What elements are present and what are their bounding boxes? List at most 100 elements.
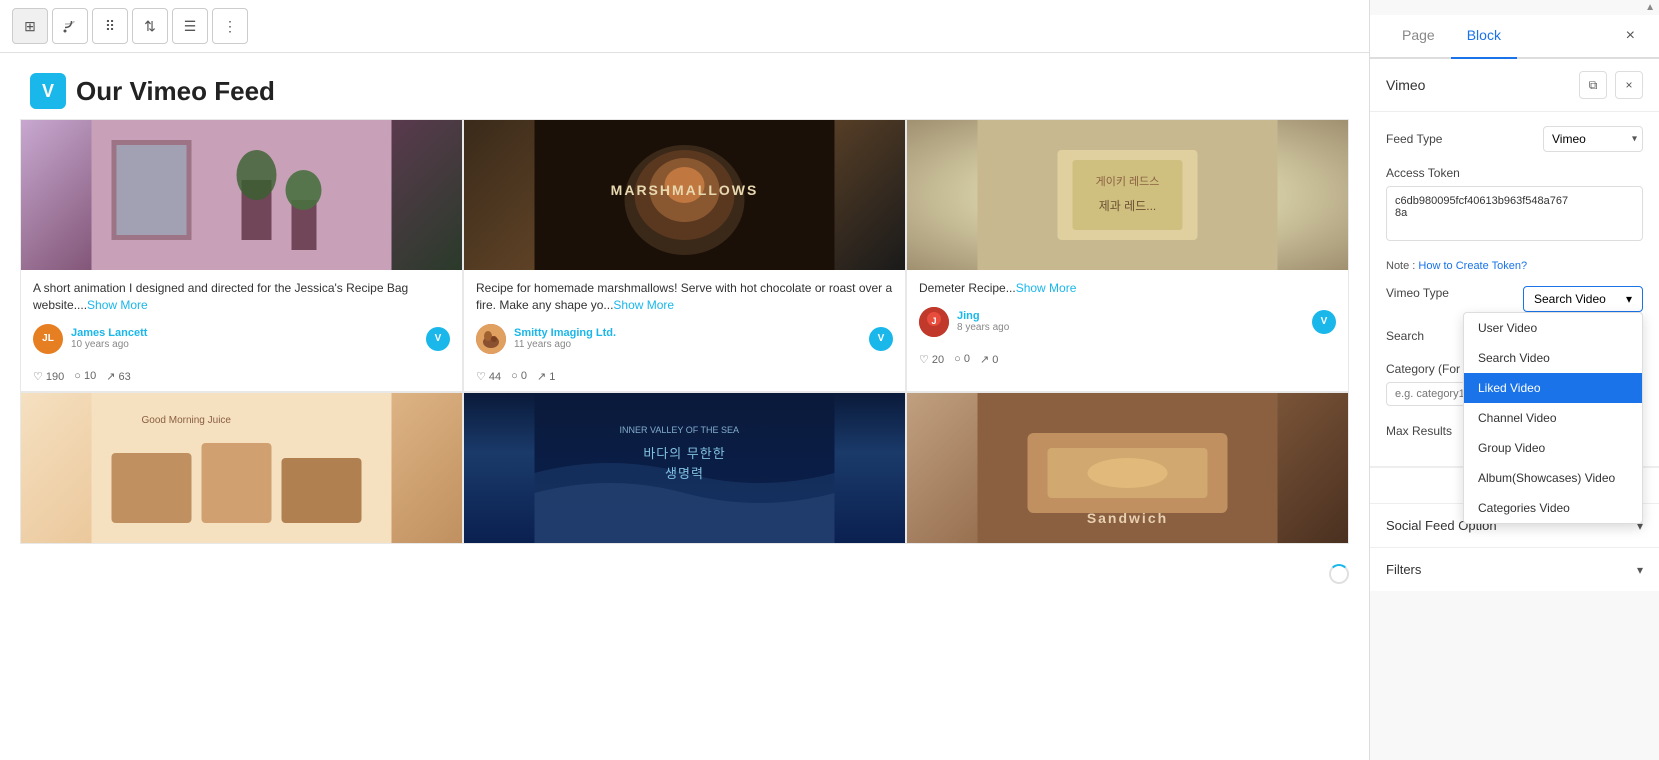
card-2-body: Recipe for homemade marshmallows! Serve … — [464, 270, 905, 364]
widget-header-icons: ⧉ × — [1579, 71, 1643, 99]
svg-text:J: J — [931, 316, 936, 326]
card-3-show-more[interactable]: Show More — [1016, 281, 1077, 295]
card-2-meta: Smitty Imaging Ltd. 11 years ago V — [476, 324, 893, 354]
panel-tabs: Page Block × — [1370, 15, 1659, 59]
feed-card-5: 바다의 무한한 생명력 INNER VALLEY OF THE SEA — [463, 392, 906, 544]
filters-label: Filters — [1386, 562, 1421, 577]
svg-text:생명력: 생명력 — [665, 466, 704, 481]
access-token-section: Access Token c6db980095fcf40613b963f548a… — [1386, 166, 1643, 246]
option-album-video[interactable]: Album(Showcases) Video — [1464, 463, 1642, 493]
filters-section: Filters ▾ — [1370, 547, 1659, 591]
option-search-video[interactable]: Search Video — [1464, 343, 1642, 373]
card-1-comments: ○ 10 — [74, 370, 96, 383]
more-button[interactable]: ⋮ — [212, 8, 248, 44]
card-1-time: 10 years ago — [71, 339, 418, 350]
card-3-time: 8 years ago — [957, 322, 1304, 333]
panel-form: Feed Type Vimeo Access Token c6db980095f… — [1370, 112, 1659, 467]
card-2-author-info: Smitty Imaging Ltd. 11 years ago — [514, 327, 861, 350]
feed-grid: A short animation I designed and directe… — [0, 119, 1369, 544]
card-1-vimeo-icon: V — [426, 327, 450, 351]
svg-text:바다의 무한한: 바다의 무한한 — [643, 446, 725, 461]
loading-area — [0, 544, 1369, 604]
card-2-show-more[interactable]: Show More — [613, 298, 674, 312]
access-token-label: Access Token — [1386, 166, 1643, 180]
widget-header: Vimeo ⧉ × — [1370, 59, 1659, 112]
card-1-body: A short animation I designed and directe… — [21, 270, 462, 364]
card-1-stats: ♡ 190 ○ 10 ↗ 63 — [21, 364, 462, 391]
card-1-avatar: JL — [33, 324, 63, 354]
search-label: Search — [1386, 329, 1424, 343]
feed-type-row: Feed Type Vimeo — [1386, 126, 1643, 152]
card-1-meta: JL James Lancett 10 years ago V — [33, 324, 450, 354]
card-3-meta: J Jing 8 years ago V — [919, 307, 1336, 337]
feed-card-4: Good Morning Juice — [20, 392, 463, 544]
card-3-author-name: Jing — [957, 310, 1304, 322]
option-liked-video[interactable]: Liked Video — [1464, 373, 1642, 403]
card-1-thumbnail — [21, 120, 462, 270]
svg-text:게이키 레드스: 게이키 레드스 — [1096, 175, 1160, 188]
option-channel-video[interactable]: Channel Video — [1464, 403, 1642, 433]
scroll-up-area: ▲ — [1370, 0, 1659, 15]
card-3-author-info: Jing 8 years ago — [957, 310, 1304, 333]
main-content: ⊞ ⠿ ⇅ ☰ ⋮ V Our Vimeo Feed — [0, 0, 1369, 760]
card-3-vimeo-icon: V — [1312, 310, 1336, 334]
vimeo-type-label: Vimeo Type — [1386, 286, 1449, 300]
widget-title: Vimeo — [1386, 77, 1425, 93]
card-2-desc: Recipe for homemade marshmallows! Serve … — [476, 280, 893, 314]
loading-spinner — [1329, 564, 1349, 584]
vimeo-type-dropdown: Search Video ▾ User Video Search Video L… — [1523, 286, 1643, 312]
grid-view-button[interactable]: ⊞ — [12, 8, 48, 44]
card-3-desc: Demeter Recipe...Show More — [919, 280, 1336, 297]
card-1-shares: ↗ 63 — [106, 370, 131, 383]
card-3-comments: ○ 0 — [954, 353, 970, 366]
filters-header[interactable]: Filters ▾ — [1370, 548, 1659, 591]
dots-button[interactable]: ⠿ — [92, 8, 128, 44]
card-4-thumbnail: Good Morning Juice — [21, 393, 462, 543]
card-3-avatar: J — [919, 307, 949, 337]
card-1-author-info: James Lancett 10 years ago — [71, 327, 418, 350]
tab-block[interactable]: Block — [1451, 15, 1517, 59]
card-3-thumbnail: 제과 레드... 게이키 레드스 — [907, 120, 1348, 270]
up-down-button[interactable]: ⇅ — [132, 8, 168, 44]
close-widget-btn[interactable]: × — [1615, 71, 1643, 99]
feed-card-3: 제과 레드... 게이키 레드스 Demeter Recipe...Show M… — [906, 119, 1349, 392]
card-5-thumbnail: 바다의 무한한 생명력 INNER VALLEY OF THE SEA — [464, 393, 905, 543]
card-2-shares: ↗ 1 — [537, 370, 555, 383]
vimeo-type-trigger[interactable]: Search Video ▾ — [1523, 286, 1643, 312]
card-3-body: Demeter Recipe...Show More J Jing 8 year… — [907, 270, 1348, 347]
card-3-shares: ↗ 0 — [980, 353, 998, 366]
note-section: Note : How to Create Token? — [1386, 260, 1643, 272]
card-3-stats: ♡ 20 ○ 0 ↗ 0 — [907, 347, 1348, 374]
max-results-label: Max Results — [1386, 424, 1452, 438]
card-1-show-more[interactable]: Show More — [87, 298, 148, 312]
align-button[interactable]: ☰ — [172, 8, 208, 44]
option-user-video[interactable]: User Video — [1464, 313, 1642, 343]
create-token-link[interactable]: How to Create Token? — [1418, 260, 1527, 272]
dropdown-chevron: ▾ — [1626, 292, 1632, 306]
option-group-video[interactable]: Group Video — [1464, 433, 1642, 463]
feed-type-select[interactable]: Vimeo — [1543, 126, 1643, 152]
vimeo-type-value: Search Video — [1534, 292, 1606, 306]
feed-header: V Our Vimeo Feed — [0, 53, 1369, 119]
rss-button[interactable] — [52, 8, 88, 44]
right-panel: ▲ Page Block × Vimeo ⧉ × Feed Type Vimeo… — [1369, 0, 1659, 760]
card-2-likes: ♡ 44 — [476, 370, 501, 383]
feed-title: Our Vimeo Feed — [76, 76, 275, 107]
copy-icon-btn[interactable]: ⧉ — [1579, 71, 1607, 99]
svg-text:Sandwich: Sandwich — [1087, 510, 1168, 526]
feed-card-6: Sandwich — [906, 392, 1349, 544]
card-2-vimeo-icon: V — [869, 327, 893, 351]
vimeo-logo: V — [30, 73, 66, 109]
svg-text:INNER VALLEY OF THE SEA: INNER VALLEY OF THE SEA — [620, 425, 740, 435]
panel-close-button[interactable]: × — [1618, 15, 1643, 57]
tab-page[interactable]: Page — [1386, 15, 1451, 59]
scroll-up-btn[interactable]: ▲ — [1645, 2, 1655, 13]
card-2-stats: ♡ 44 ○ 0 ↗ 1 — [464, 364, 905, 391]
card-2-comments: ○ 0 — [511, 370, 527, 383]
access-token-input[interactable]: c6db980095fcf40613b963f548a767 8a — [1386, 186, 1643, 241]
option-categories-video[interactable]: Categories Video — [1464, 493, 1642, 523]
card-3-likes: ♡ 20 — [919, 353, 944, 366]
toolbar: ⊞ ⠿ ⇅ ☰ ⋮ — [0, 0, 1369, 53]
feed-card-1: A short animation I designed and directe… — [20, 119, 463, 392]
card-2-author-name: Smitty Imaging Ltd. — [514, 327, 861, 339]
